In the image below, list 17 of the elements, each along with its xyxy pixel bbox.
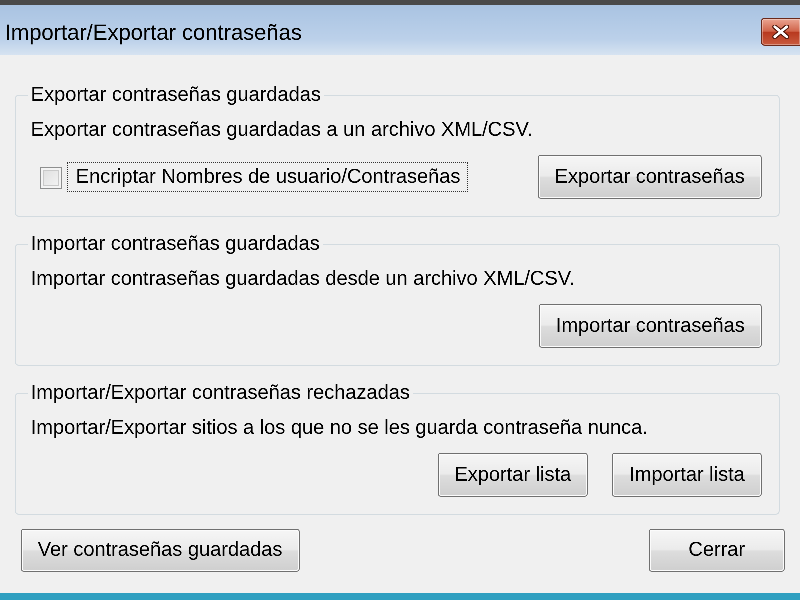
group-description: Exportar contraseñas guardadas a un archivo XML/CSV. xyxy=(31,118,534,142)
dialog-button[interactable]: Exportar contraseñas xyxy=(538,155,762,199)
group-description: Importar contraseñas guardadas desde un archivo XML/CSV. xyxy=(31,267,576,291)
group-title: Importar contraseñas guardadas xyxy=(30,232,322,256)
dialog-button[interactable]: Exportar lista xyxy=(438,453,588,497)
checkbox-label[interactable]: Encriptar Nombres de usuario/Contraseñas xyxy=(67,162,468,192)
group-description: Importar/Exportar sitios a los que no se les guarda contraseña nunca. xyxy=(31,416,650,440)
close-button[interactable] xyxy=(761,18,800,46)
window-title: Importar/Exportar contraseñas xyxy=(5,19,302,47)
dialog-button[interactable]: Importar contraseñas xyxy=(539,304,762,348)
dialog-button[interactable]: Cerrar xyxy=(649,529,785,572)
dialog-button[interactable]: Importar lista xyxy=(612,453,762,497)
checkbox[interactable] xyxy=(40,167,62,189)
dialog-button[interactable]: Ver contraseñas guardadas xyxy=(21,529,300,572)
group-title: Exportar contraseñas guardadas xyxy=(30,83,322,107)
close-icon xyxy=(772,25,790,39)
group-title: Importar/Exportar contraseñas rechazadas xyxy=(30,381,412,405)
